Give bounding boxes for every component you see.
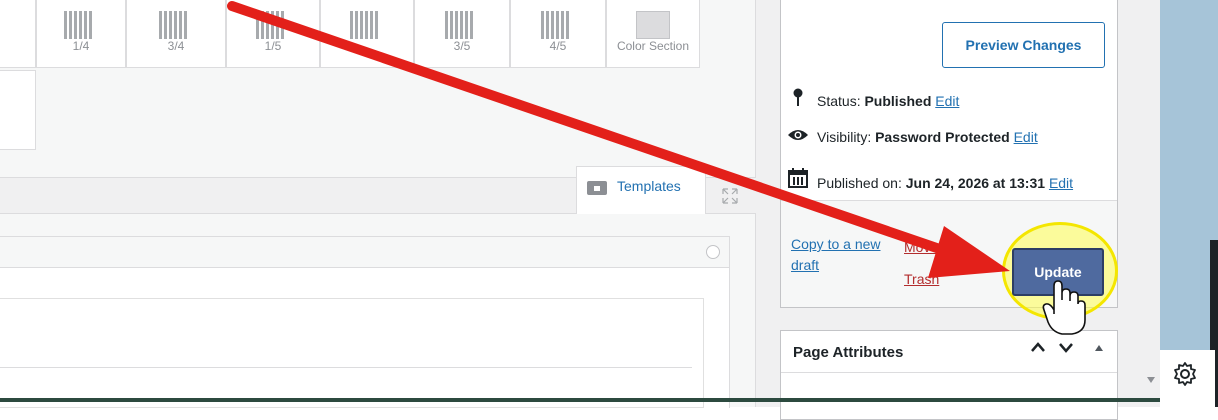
section-toggle[interactable] (706, 245, 720, 259)
calendar-icon (787, 168, 809, 192)
published-prefix: Published on: (817, 175, 906, 191)
visibility-edit-link[interactable]: Edit (1014, 129, 1038, 145)
preview-changes-button[interactable]: Preview Changes (942, 22, 1105, 68)
layout-label: 1/5 (264, 39, 282, 53)
chevron-down-icon[interactable] (1058, 340, 1074, 358)
layout-option-blank[interactable] (0, 70, 36, 150)
update-button[interactable]: Update (1012, 248, 1104, 296)
layout-label: 1/4 (72, 39, 90, 53)
layout-label: Color Section (616, 39, 690, 53)
layout-label: 3/5 (453, 39, 471, 53)
bottom-border (0, 398, 1160, 402)
divider (781, 372, 1117, 373)
layout-option-color-section[interactable]: Color Section (606, 0, 700, 68)
gear-icon[interactable] (1172, 361, 1198, 393)
tab-templates-label: Templates (617, 178, 681, 194)
layout-option-4-5[interactable]: 4/5 (510, 0, 606, 68)
layout-label: 3/4 (167, 39, 185, 53)
layout-glyph-icon (159, 11, 193, 39)
layout-option-2-5[interactable] (320, 0, 414, 68)
layout-label: 4/5 (549, 39, 567, 53)
layout-option-1-4[interactable]: 1/4 (36, 0, 126, 68)
layout-glyph-icon (256, 11, 290, 39)
layout-option-1-5[interactable]: 1/5 (226, 0, 320, 68)
status-prefix: Status: (817, 93, 865, 109)
color-section-icon (636, 11, 670, 39)
expand-icon[interactable] (722, 188, 738, 204)
status-row: Status: Published Edit (787, 88, 959, 110)
status-value: Published (864, 93, 932, 109)
divider (0, 367, 692, 368)
chevron-up-icon[interactable] (1030, 340, 1046, 358)
content-block[interactable] (0, 298, 704, 408)
eye-icon (787, 128, 809, 146)
scrollbar[interactable] (1143, 0, 1159, 407)
folder-icon (587, 181, 607, 195)
copy-to-draft-link[interactable]: Copy to a new draft (791, 234, 901, 276)
section-header (0, 236, 730, 268)
layout-glyph-icon (445, 11, 479, 39)
move-to-trash-link[interactable]: Move to Trash (904, 231, 974, 295)
pin-icon (787, 88, 809, 110)
layout-option-3-4[interactable]: 3/4 (126, 0, 226, 68)
published-value: Jun 24, 2026 at 13:31 (905, 175, 1046, 191)
toggle-panel-icon[interactable] (1094, 344, 1104, 355)
published-row: Published on: Jun 24, 2026 at 13:31 Edit (787, 168, 1073, 192)
tab-templates[interactable]: Templates (576, 166, 706, 214)
layout-glyph-icon (350, 11, 384, 39)
layout-glyph-icon (64, 11, 98, 39)
visibility-value: Password Protected (875, 129, 1010, 145)
visibility-row: Visibility: Password Protected Edit (787, 128, 1038, 146)
visibility-prefix: Visibility: (817, 129, 876, 145)
scroll-down-icon[interactable] (1146, 376, 1156, 386)
published-edit-link[interactable]: Edit (1049, 175, 1073, 191)
status-edit-link[interactable]: Edit (935, 93, 959, 109)
page-attributes-title: Page Attributes (793, 344, 904, 361)
layout-option-partial[interactable] (0, 0, 36, 68)
layout-option-3-5[interactable]: 3/5 (414, 0, 510, 68)
layout-glyph-icon (541, 11, 575, 39)
